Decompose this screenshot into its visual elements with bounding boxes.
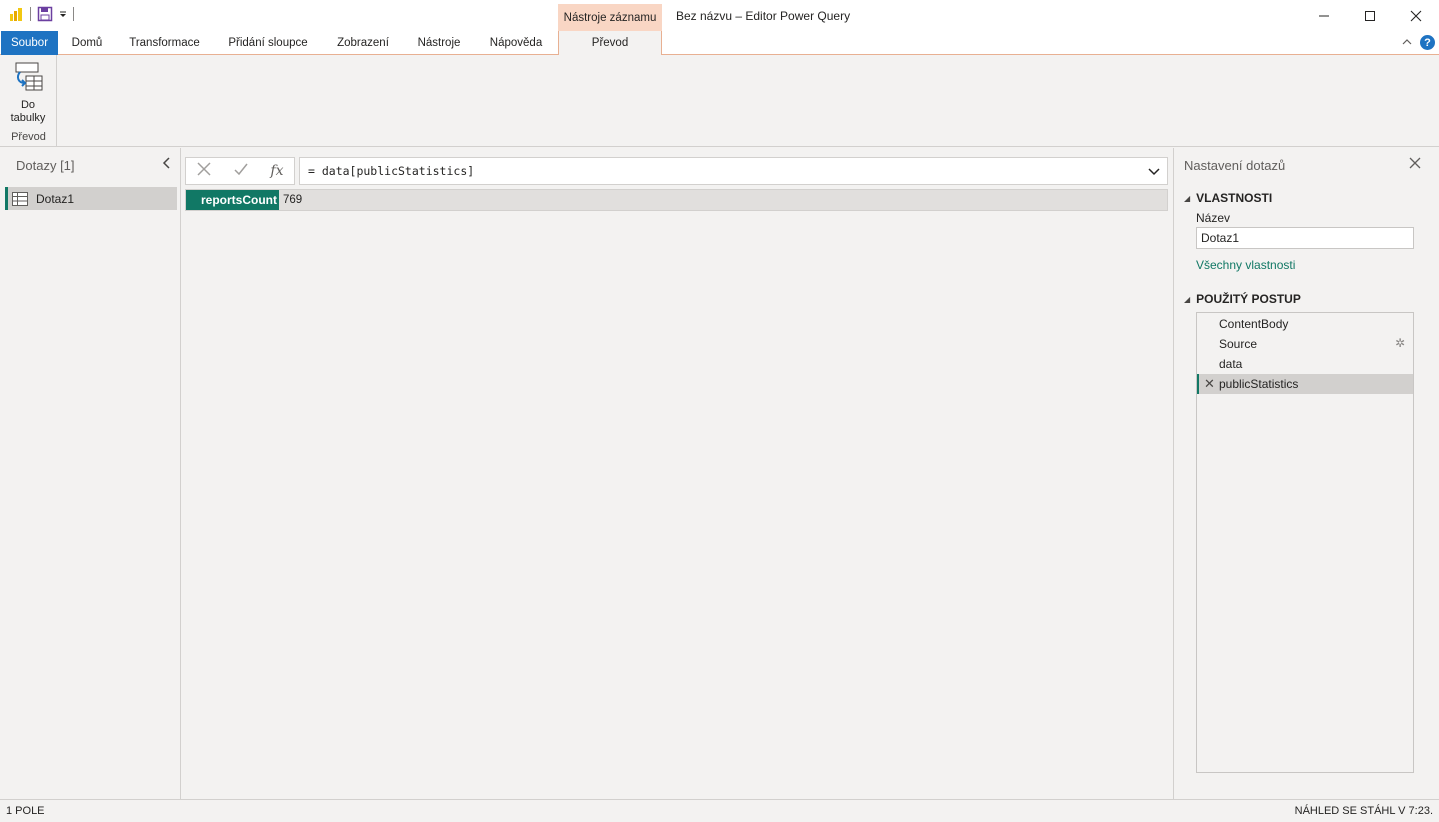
formula-text: = data[publicStatistics] (308, 164, 475, 178)
power-bi-logo-icon (10, 8, 22, 21)
into-table-label-1: Do (20, 99, 36, 111)
step-source[interactable]: Source ✲ (1197, 334, 1413, 354)
step-data[interactable]: data (1197, 354, 1413, 374)
minimize-icon (1319, 15, 1329, 16)
close-settings-icon[interactable] (1409, 156, 1421, 174)
tab-tools[interactable]: Nástroje (403, 31, 475, 55)
qat-dropdown-icon[interactable] (59, 6, 67, 22)
query-settings-pane: Nastavení dotazů ◢ VLASTNOSTI Název Všec… (1173, 148, 1439, 799)
properties-header-label: VLASTNOSTI (1196, 191, 1273, 205)
collapse-ribbon-icon[interactable] (1402, 37, 1412, 49)
main-area: fx = data[publicStatistics] reportsCount… (182, 148, 1172, 799)
collapse-triangle-icon: ◢ (1184, 294, 1191, 304)
delete-step-icon[interactable]: ✕ (1204, 376, 1215, 392)
settings-title: Nastavení dotazů (1184, 158, 1286, 173)
tab-home[interactable]: Domů (58, 31, 116, 55)
applied-steps-list: ContentBody Source ✲ data ✕ publicStatis… (1196, 312, 1414, 773)
collapse-queries-icon[interactable] (162, 156, 172, 172)
query-name: Dotaz1 (36, 191, 75, 206)
formula-bar[interactable]: = data[publicStatistics] (299, 157, 1168, 185)
step-publicstatistics[interactable]: ✕ publicStatistics (1197, 374, 1413, 394)
queries-title: Dotazy [1] (16, 158, 75, 173)
qat-separator (30, 7, 31, 21)
preview-status: NÁHLED SE STÁHL V 7:23. (1294, 805, 1433, 817)
fx-icon[interactable]: fx (270, 163, 283, 179)
status-bar: 1 POLE NÁHLED SE STÁHL V 7:23. (0, 799, 1439, 822)
window-title: Bez názvu – Editor Power Query (676, 9, 851, 23)
help-icon[interactable]: ? (1420, 35, 1435, 50)
cancel-formula-icon[interactable] (196, 161, 212, 182)
close-button[interactable] (1393, 0, 1439, 31)
name-label: Název (1196, 211, 1231, 225)
minimize-button[interactable] (1301, 0, 1347, 31)
tab-file[interactable]: Soubor (1, 31, 58, 55)
tab-help[interactable]: Nápověda (475, 31, 557, 55)
applied-steps-header-label: POUŽITÝ POSTUP (1196, 292, 1301, 306)
into-table-label-2: tabulky (10, 112, 46, 124)
query-item[interactable]: Dotaz1 (5, 187, 177, 210)
collapse-triangle-icon: ◢ (1184, 193, 1191, 203)
tab-view[interactable]: Zobrazení (323, 31, 403, 55)
table-icon (12, 191, 28, 206)
gear-icon[interactable]: ✲ (1395, 336, 1405, 350)
quick-access-toolbar (8, 6, 74, 22)
step-label: data (1219, 357, 1243, 371)
record-field-value[interactable]: 769 (283, 194, 302, 206)
title-bar: Nástroje záznamu Bez názvu – Editor Powe… (0, 0, 1439, 31)
column-count-status: 1 POLE (6, 805, 45, 817)
commit-formula-icon[interactable] (233, 161, 249, 182)
step-label: publicStatistics (1219, 377, 1299, 391)
context-tab-group-label: Nástroje záznamu (558, 4, 662, 31)
tab-convert[interactable]: Převod (558, 31, 662, 56)
save-icon[interactable] (37, 6, 53, 22)
step-contentbody[interactable]: ContentBody (1197, 314, 1413, 334)
tab-transform[interactable]: Transformace (116, 31, 213, 55)
ribbon: Do tabulky Převod (0, 55, 1439, 147)
applied-steps-header[interactable]: ◢ POUŽITÝ POSTUP (1184, 292, 1301, 306)
close-icon (1410, 10, 1422, 21)
record-row: reportsCount 769 (185, 189, 1168, 211)
into-table-button[interactable]: Do tabulky (4, 61, 52, 125)
ribbon-right-controls: ? (1402, 35, 1435, 50)
step-label: Source (1219, 337, 1258, 351)
expand-formula-icon[interactable] (1147, 164, 1161, 178)
formula-actions: fx (185, 157, 295, 185)
tab-add-column[interactable]: Přidání sloupce (213, 31, 323, 55)
step-label: ContentBody (1219, 317, 1289, 331)
maximize-button[interactable] (1347, 0, 1393, 31)
ribbon-tabs: Soubor Domů Transformace Přidání sloupce… (0, 31, 1439, 56)
ribbon-group-convert: Do tabulky Převod (0, 55, 57, 147)
all-properties-link[interactable]: Všechny vlastnosti (1196, 258, 1295, 272)
record-field-name[interactable]: reportsCount (186, 190, 279, 210)
maximize-icon (1365, 10, 1375, 21)
into-table-icon (15, 62, 43, 91)
queries-pane: Dotazy [1] Dotaz1 (0, 148, 181, 799)
ribbon-group-label: Převod (11, 131, 46, 143)
properties-header[interactable]: ◢ VLASTNOSTI (1184, 191, 1272, 205)
query-name-field[interactable] (1196, 227, 1414, 249)
window-controls (1301, 0, 1439, 31)
qat-separator-2 (73, 7, 74, 21)
